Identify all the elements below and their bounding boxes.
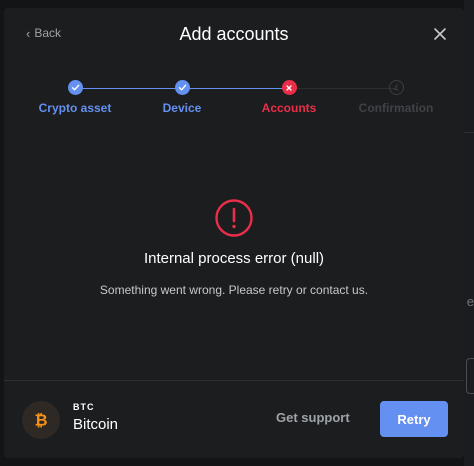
add-accounts-modal: ‹ Back Add accounts Crypto asset Device	[4, 8, 464, 458]
retry-button[interactable]: Retry	[380, 401, 448, 437]
close-button[interactable]	[432, 26, 448, 42]
coin-ticker: BTC	[73, 402, 95, 412]
step-label: Device	[162, 101, 202, 115]
step-label: Accounts	[261, 101, 317, 115]
background-divider	[464, 132, 474, 133]
modal-title: Add accounts	[179, 24, 289, 44]
step-label: Crypto asset	[38, 101, 112, 115]
step-crypto-asset: Crypto asset	[20, 80, 130, 115]
step-device: Device	[127, 80, 237, 115]
step-number: 4	[388, 80, 404, 95]
background-window-edge	[464, 0, 474, 466]
modal-footer: ₿ BTC Bitcoin Get support Retry	[4, 380, 464, 458]
stepper: Crypto asset Device Accounts 4 Confirmat…	[4, 80, 464, 130]
alert-circle-icon	[214, 198, 254, 238]
close-icon	[434, 28, 446, 40]
modal-header: ‹ Back Add accounts	[4, 8, 464, 68]
background-input-edge	[466, 358, 474, 394]
check-icon	[67, 80, 83, 95]
svg-text:₿: ₿	[34, 411, 47, 430]
get-support-button[interactable]: Get support	[276, 410, 350, 425]
step-accounts: Accounts	[234, 80, 344, 115]
step-confirmation: 4 Confirmation	[341, 80, 451, 115]
check-icon	[174, 80, 190, 95]
error-content: Internal process error (null) Something …	[4, 198, 464, 297]
error-title: Internal process error (null)	[143, 250, 325, 267]
coin-name: Bitcoin	[73, 416, 119, 433]
error-x-icon	[281, 80, 297, 95]
step-label: Confirmation	[358, 101, 434, 115]
bitcoin-icon: ₿	[22, 401, 60, 439]
error-message: Something went wrong. Please retry or co…	[99, 283, 369, 297]
background-partial-text: e	[466, 294, 474, 309]
